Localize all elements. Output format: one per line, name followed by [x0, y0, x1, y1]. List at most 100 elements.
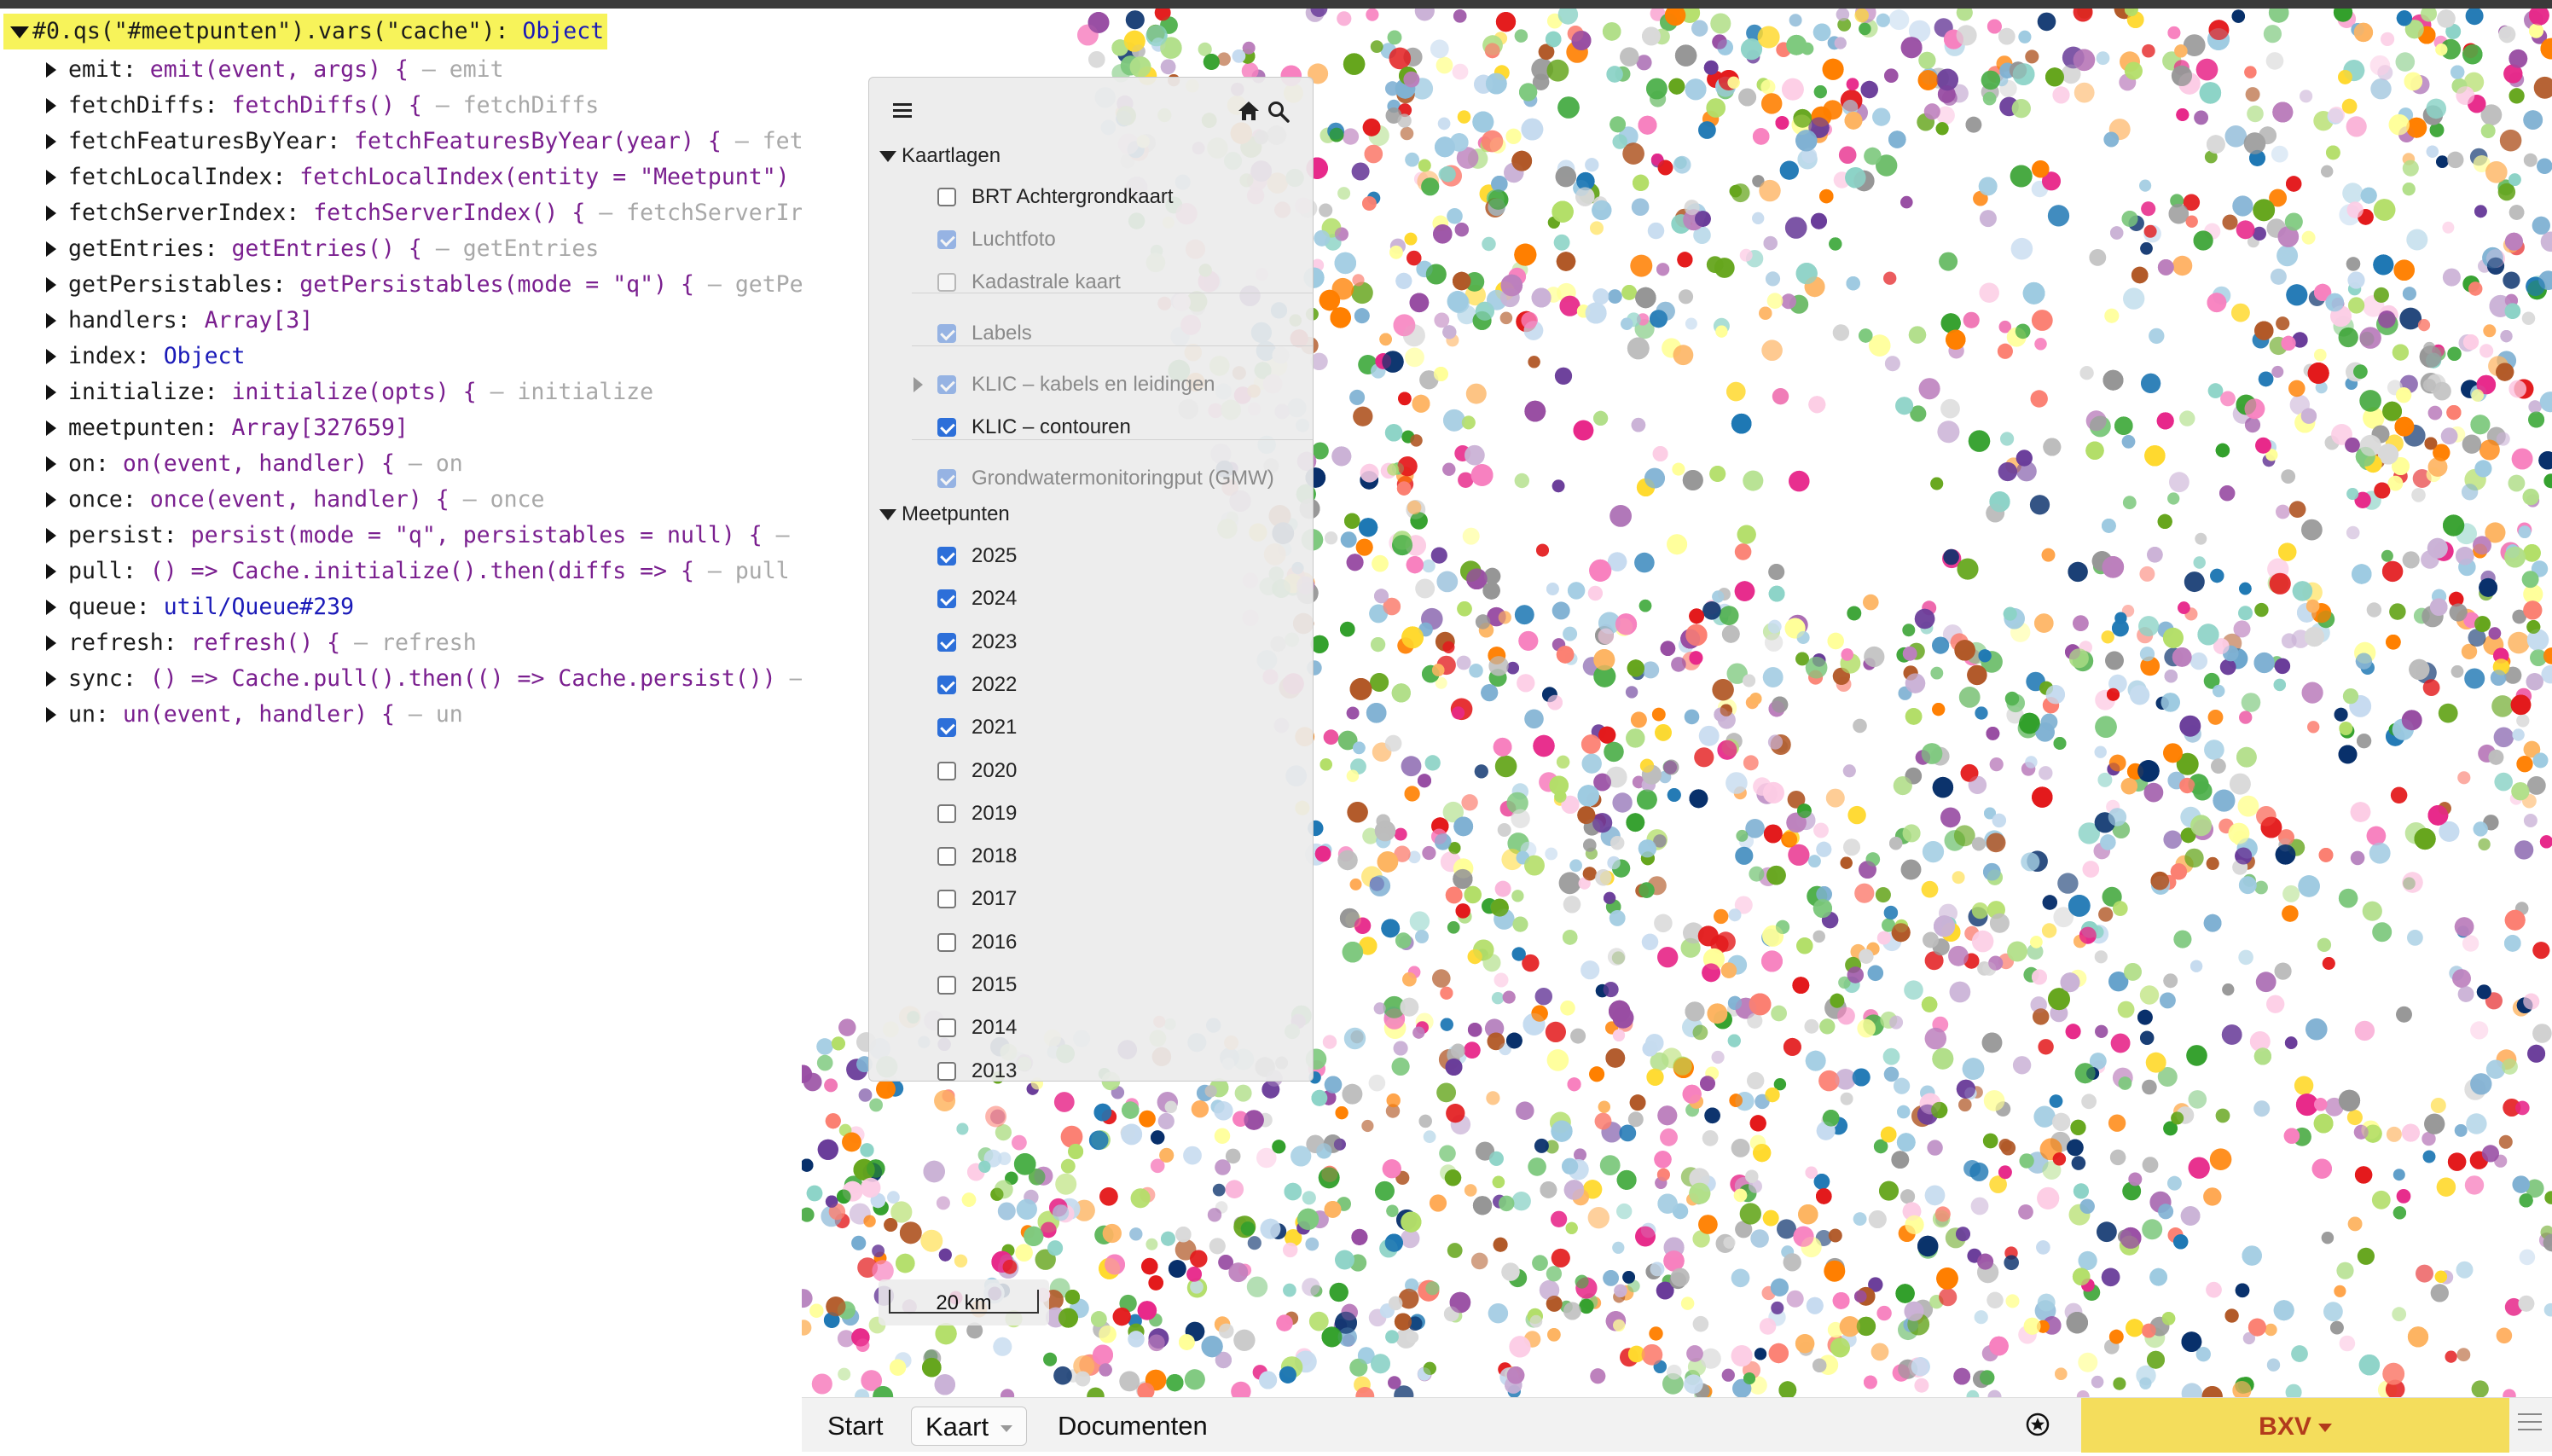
map-point[interactable]: [818, 1140, 838, 1160]
map-point[interactable]: [2271, 366, 2283, 378]
map-point[interactable]: [1939, 1288, 1957, 1306]
map-point[interactable]: [1998, 1165, 2012, 1179]
map-point[interactable]: [2526, 673, 2543, 690]
map-point[interactable]: [1521, 312, 1537, 328]
map-point[interactable]: [1986, 833, 2006, 853]
map-point[interactable]: [937, 1196, 950, 1209]
map-point[interactable]: [1485, 43, 1500, 58]
console-property-row[interactable]: emit: emit(event, args) { – emit: [43, 53, 802, 87]
map-point[interactable]: [2458, 986, 2474, 1002]
map-point[interactable]: [2396, 1006, 2412, 1023]
map-point[interactable]: [2253, 1100, 2270, 1117]
map-point[interactable]: [2149, 1268, 2167, 1286]
map-point[interactable]: [1434, 367, 1448, 381]
map-point[interactable]: [2470, 1021, 2488, 1039]
map-point[interactable]: [2346, 526, 2360, 540]
map-point[interactable]: [2474, 205, 2487, 218]
map-point[interactable]: [1185, 1369, 1205, 1389]
map-point[interactable]: [2080, 1199, 2095, 1214]
map-point[interactable]: [1646, 1069, 1663, 1086]
map-point[interactable]: [2543, 473, 2552, 488]
map-point[interactable]: [1698, 121, 1716, 139]
map-point[interactable]: [1930, 478, 1943, 490]
map-point[interactable]: [1447, 291, 1469, 312]
map-point[interactable]: [1937, 421, 1959, 443]
map-point[interactable]: [1607, 856, 1620, 869]
map-point[interactable]: [2442, 222, 2454, 234]
map-point[interactable]: [1061, 1159, 1076, 1174]
map-point[interactable]: [1989, 491, 2010, 512]
map-point[interactable]: [2382, 1363, 2404, 1385]
map-point[interactable]: [1382, 351, 1403, 372]
map-point[interactable]: [2441, 427, 2458, 444]
map-point[interactable]: [1789, 14, 1802, 26]
map-point[interactable]: [2057, 873, 2078, 893]
map-point[interactable]: [1494, 738, 1512, 757]
map-point[interactable]: [2306, 1018, 2328, 1041]
map-point[interactable]: [1931, 1102, 1947, 1118]
map-point[interactable]: [1540, 1181, 1557, 1198]
map-point[interactable]: [1905, 1302, 1924, 1321]
map-point[interactable]: [1694, 747, 1714, 767]
map-point[interactable]: [2119, 1076, 2132, 1090]
map-point[interactable]: [1972, 902, 1988, 919]
map-point[interactable]: [1183, 1146, 1202, 1165]
map-point[interactable]: [1398, 456, 1418, 476]
map-point[interactable]: [1781, 832, 1797, 848]
map-point[interactable]: [2223, 215, 2238, 230]
map-point[interactable]: [1593, 411, 1608, 426]
map-point[interactable]: [1331, 446, 1351, 466]
map-point[interactable]: [935, 1374, 955, 1395]
map-point[interactable]: [2474, 460, 2491, 477]
map-point[interactable]: [2342, 183, 2363, 203]
map-point[interactable]: [1704, 1108, 1720, 1124]
map-point[interactable]: [2102, 1268, 2120, 1287]
map-point[interactable]: [1761, 339, 1783, 361]
map-point[interactable]: [1691, 20, 1708, 37]
map-point[interactable]: [2163, 831, 2182, 850]
map-point[interactable]: [1512, 947, 1526, 960]
map-point[interactable]: [1823, 1110, 1840, 1127]
map-point[interactable]: [2404, 73, 2423, 91]
map-point[interactable]: [2139, 566, 2155, 582]
map-point[interactable]: [838, 1018, 856, 1035]
map-point[interactable]: [1839, 146, 1857, 164]
map-point[interactable]: [2193, 781, 2213, 801]
map-point[interactable]: [2323, 957, 2335, 970]
map-point[interactable]: [2124, 963, 2142, 981]
map-point[interactable]: [1349, 390, 1365, 405]
map-point[interactable]: [1729, 908, 1742, 921]
map-point[interactable]: [1626, 686, 1638, 698]
map-point[interactable]: [1816, 842, 1831, 857]
map-point[interactable]: [1940, 808, 1961, 828]
console-property-row[interactable]: once: once(event, handler) { – once: [43, 483, 802, 517]
map-point[interactable]: [1400, 998, 1418, 1017]
map-point[interactable]: [2103, 132, 2119, 148]
map-point[interactable]: [1805, 1019, 1819, 1034]
map-point[interactable]: [2351, 802, 2371, 822]
map-point[interactable]: [851, 1236, 866, 1250]
map-point[interactable]: [1638, 116, 1657, 135]
map-point[interactable]: [851, 1328, 869, 1346]
expand-triangle-icon[interactable]: [10, 26, 29, 38]
map-point[interactable]: [2142, 1324, 2156, 1338]
map-point[interactable]: [1795, 1334, 1814, 1353]
map-point[interactable]: [2122, 211, 2138, 227]
map-point[interactable]: [2055, 1367, 2068, 1380]
map-point[interactable]: [1668, 78, 1685, 95]
map-point[interactable]: [1982, 1033, 2003, 1053]
map-point[interactable]: [1888, 131, 1906, 148]
map-point[interactable]: [1979, 649, 1992, 662]
map-point[interactable]: [2176, 108, 2189, 121]
map-point[interactable]: [2043, 895, 2057, 909]
map-point[interactable]: [1626, 813, 1644, 832]
map-point[interactable]: [1426, 264, 1447, 285]
map-point[interactable]: [2378, 310, 2396, 328]
map-point[interactable]: [2319, 848, 2334, 862]
map-point[interactable]: [1535, 988, 1552, 1005]
map-point[interactable]: [2522, 571, 2539, 588]
map-point[interactable]: [1649, 1326, 1662, 1340]
map-point[interactable]: [1192, 1100, 1209, 1117]
map-point[interactable]: [1897, 1133, 1916, 1151]
map-point[interactable]: [2406, 118, 2427, 138]
